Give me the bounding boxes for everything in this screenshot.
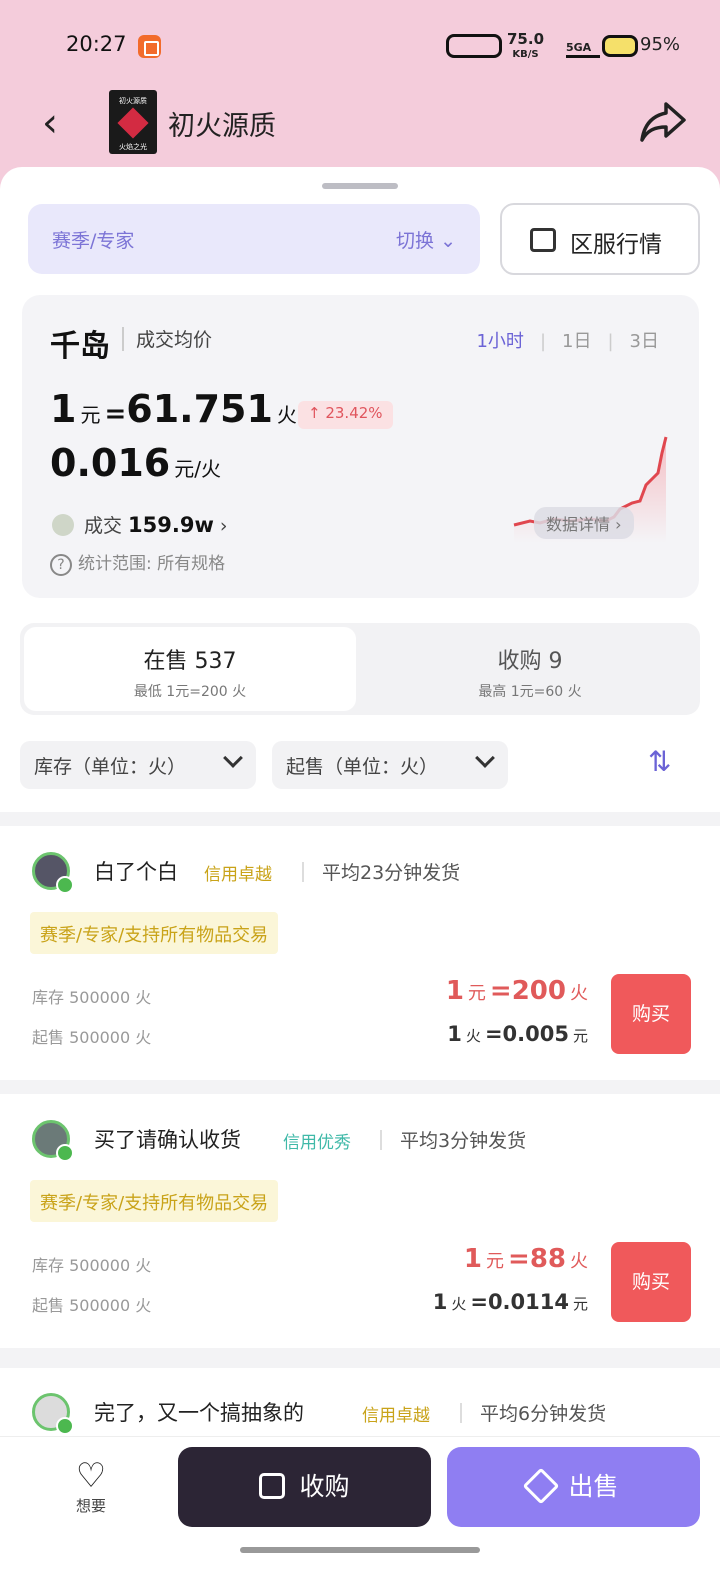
credit-badge: 信用卓越	[362, 1406, 430, 1426]
price-rate: 1 元 =88 火	[463, 1244, 588, 1274]
stock-filter[interactable]: 库存（单位：火）	[20, 741, 256, 789]
listing-item: 完了，又一个搞抽象的 信用卓越 平均6分钟发货	[0, 1383, 720, 1443]
min-sell-text: 起售 500000 火	[32, 1028, 152, 1047]
gem-icon	[117, 107, 149, 139]
heart-icon: ♡	[75, 1456, 107, 1496]
listing-tag: 赛季/专家/支持所有物品交易	[30, 912, 279, 954]
back-button[interactable]: ‹	[42, 100, 78, 146]
data-detail-button[interactable]: 数据详情 ›	[534, 507, 634, 539]
volume[interactable]: 成交 159.9w ›	[52, 511, 228, 538]
server-name: 赛季/专家	[52, 230, 135, 252]
ship-time: 平均23分钟发货	[322, 862, 461, 884]
tab-on-sale[interactable]: 在售 537 最低 1元=200 火	[24, 627, 356, 711]
bag-icon	[259, 1473, 286, 1499]
price-inverse: 1 火 =0.0114 元	[432, 1290, 588, 1314]
purchase-button[interactable]: 收购	[178, 1447, 431, 1527]
server-selector[interactable]: 赛季/专家 切换 ⌄	[28, 204, 480, 274]
page-title: 初火源质	[168, 111, 276, 142]
market-button[interactable]: 区服行情	[500, 203, 700, 275]
listing-item: 买了请确认收货 信用优秀 平均3分钟发货 赛季/专家/支持所有物品交易 库存 5…	[0, 1094, 720, 1348]
switch-server-button[interactable]: 切换 ⌄	[396, 226, 456, 253]
avatar[interactable]	[32, 1393, 74, 1435]
credit-badge: 信用优秀	[283, 1133, 351, 1153]
price-card: 千岛 成交均价 1小时 | 1日 | 3日 1 元 =61.751 火 ↑ 23.42% 0.…	[22, 295, 699, 598]
avg-price-label: 成交均价	[136, 329, 213, 351]
ship-time: 平均3分钟发货	[400, 1130, 527, 1152]
chevron-down-icon	[223, 748, 243, 768]
want-button[interactable]: ♡ 想要	[66, 1457, 116, 1516]
chevron-down-icon	[475, 748, 495, 768]
listing-item: 白了个白 信用卓越 平均23分钟发货 赛季/专家/支持所有物品交易 库存 500…	[0, 826, 720, 1080]
avatar[interactable]	[32, 852, 74, 894]
help-icon: ?	[50, 554, 72, 576]
chart-board-icon	[530, 228, 556, 252]
change-badge: ↑ 23.42%	[298, 401, 393, 429]
battery-percent: 95%	[640, 34, 681, 55]
chevron-down-icon: ⌄	[440, 230, 456, 252]
buy-button[interactable]: 购买	[611, 974, 691, 1054]
tab-purchase[interactable]: 收购 9 最高 1元=60 火	[364, 627, 696, 711]
exchange-rate: 1 元 =61.751 火	[50, 387, 297, 431]
listing-tag: 赛季/专家/支持所有物品交易	[30, 1180, 279, 1222]
share-icon[interactable]	[638, 100, 688, 144]
seller-name: 买了请确认收货	[94, 1128, 241, 1152]
avatar-icon	[52, 514, 74, 536]
tab-1h[interactable]: 1小时	[476, 331, 523, 352]
seller-name: 白了个白	[94, 860, 178, 884]
stat-scope: ? 统计范围: 所有规格	[50, 549, 225, 576]
sort-icon[interactable]: ⇅	[648, 745, 671, 778]
min-sell-filter[interactable]: 起售（单位：火）	[272, 741, 508, 789]
network-speed: 75.0 KB/S	[507, 30, 545, 61]
nfc-icon	[446, 34, 502, 58]
avatar[interactable]	[32, 1120, 74, 1162]
notification-app-icon	[138, 35, 161, 58]
app-logo: 初火源质 火焰之光	[109, 90, 157, 154]
signal-icon: 5GA	[566, 36, 600, 58]
period-tabs: 1小时 | 1日 | 3日	[476, 331, 659, 352]
seller-name: 完了，又一个搞抽象的	[94, 1401, 304, 1425]
min-sell-text: 起售 500000 火	[32, 1296, 152, 1315]
ship-time: 平均6分钟发货	[480, 1403, 607, 1425]
status-bar: 20:27 75.0 KB/S 5GA 95%	[0, 30, 720, 64]
tab-1d[interactable]: 1日	[562, 331, 591, 352]
section-gap	[0, 1348, 720, 1368]
home-indicator[interactable]	[240, 1547, 480, 1553]
status-time: 20:27	[66, 32, 127, 56]
content-sheet: 赛季/专家 切换 ⌄ 区服行情 千岛 成交均价 1小时 | 1日 | 3日 1 元 =61.…	[0, 167, 720, 1569]
tab-3d[interactable]: 3日	[630, 331, 659, 352]
bottom-action-bar: ♡ 想要 收购 出售	[0, 1436, 720, 1569]
app-header: ‹ 初火源质 火焰之光 初火源质	[0, 90, 720, 156]
credit-badge: 信用卓越	[204, 865, 272, 885]
inverse-rate: 0.016 元/火	[50, 441, 221, 485]
stock-text: 库存 500000 火	[32, 988, 152, 1007]
stock-text: 库存 500000 火	[32, 1256, 152, 1275]
battery-icon	[602, 35, 638, 57]
brand-logo: 千岛	[50, 329, 110, 364]
trade-tabs: 在售 537 最低 1元=200 火 收购 9 最高 1元=60 火	[20, 623, 700, 715]
price-inverse: 1 火 =0.005 元	[447, 1022, 588, 1046]
tag-icon	[523, 1467, 560, 1505]
section-gap	[0, 1080, 720, 1094]
sheet-grip[interactable]	[322, 183, 398, 189]
section-gap	[0, 812, 720, 826]
price-rate: 1 元 =200 火	[445, 976, 588, 1006]
buy-button[interactable]: 购买	[611, 1242, 691, 1322]
sell-button[interactable]: 出售	[447, 1447, 700, 1527]
divider	[122, 327, 124, 351]
